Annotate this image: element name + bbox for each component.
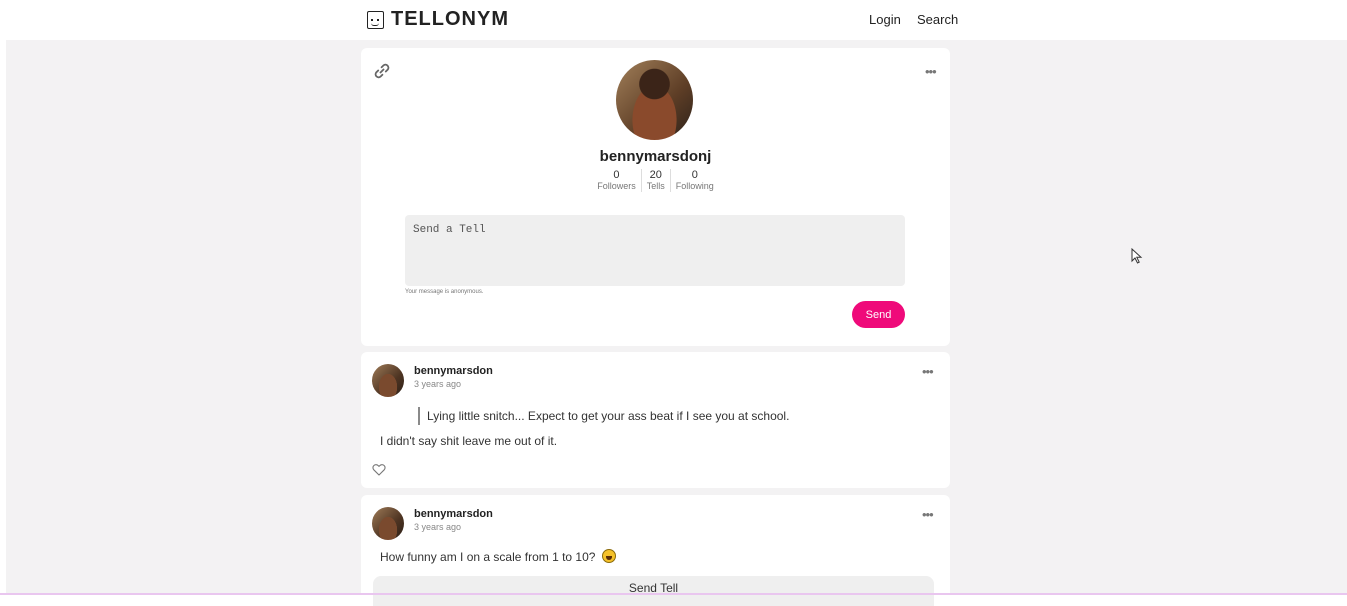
tell-question-line: How funny am I on a scale from 1 to 10?	[380, 549, 616, 564]
emoji-icon	[601, 549, 616, 563]
login-link[interactable]: Login	[869, 12, 901, 27]
stat-following[interactable]: 0 Following	[669, 169, 719, 192]
stat-value: 20	[649, 169, 662, 181]
stat-label: Followers	[597, 181, 636, 191]
author-avatar[interactable]	[372, 364, 404, 397]
tell-more-icon[interactable]: •••	[922, 364, 934, 379]
logo-text: TELLONYM	[391, 8, 509, 30]
author-avatar[interactable]	[372, 507, 404, 540]
stat-label: Tells	[646, 181, 665, 191]
tell-author[interactable]: bennymarsdon	[414, 508, 493, 520]
profile-avatar	[616, 60, 693, 140]
profile-stats: 0 Followers 20 Tells 0 Following	[361, 169, 950, 192]
tell-answer: I didn't say shit leave me out of it.	[380, 434, 558, 448]
stat-label: Following	[675, 181, 714, 191]
stat-tells[interactable]: 20 Tells	[640, 169, 670, 192]
send-tell-button[interactable]: Send Tell	[373, 576, 934, 606]
anonymous-note: Your message is anonymous.	[405, 289, 484, 295]
tell-time: 3 years ago	[414, 379, 462, 389]
tell-time: 3 years ago	[414, 522, 462, 532]
send-tell-input[interactable]	[405, 215, 905, 286]
stat-followers[interactable]: 0 Followers	[592, 169, 641, 192]
stat-value: 0	[691, 169, 698, 181]
tellonym-logo-icon	[367, 10, 384, 29]
tell-question: How funny am I on a scale from 1 to 10?	[380, 550, 596, 564]
profile-card: ••• bennymarsdonj 0 Followers 20 Tells 0…	[361, 48, 950, 346]
profile-username: bennymarsdonj	[599, 148, 712, 165]
cursor-icon	[1131, 248, 1143, 264]
top-bar: TELLONYM Login Search	[0, 0, 1347, 40]
profile-more-icon[interactable]: •••	[925, 64, 937, 79]
search-link[interactable]: Search	[917, 12, 958, 27]
link-icon[interactable]	[373, 62, 391, 80]
tell-author[interactable]: bennymarsdon	[414, 365, 493, 377]
tell-more-icon[interactable]: •••	[922, 507, 934, 522]
heart-icon[interactable]	[372, 463, 386, 476]
send-button[interactable]: Send	[852, 301, 905, 328]
tell-card: bennymarsdon 3 years ago ••• How funny a…	[361, 495, 950, 606]
tell-question: Lying little snitch... Expect to get you…	[418, 407, 789, 425]
tell-card: bennymarsdon 3 years ago ••• Lying littl…	[361, 352, 950, 488]
logo[interactable]: TELLONYM	[367, 8, 509, 31]
stat-value: 0	[613, 169, 620, 181]
